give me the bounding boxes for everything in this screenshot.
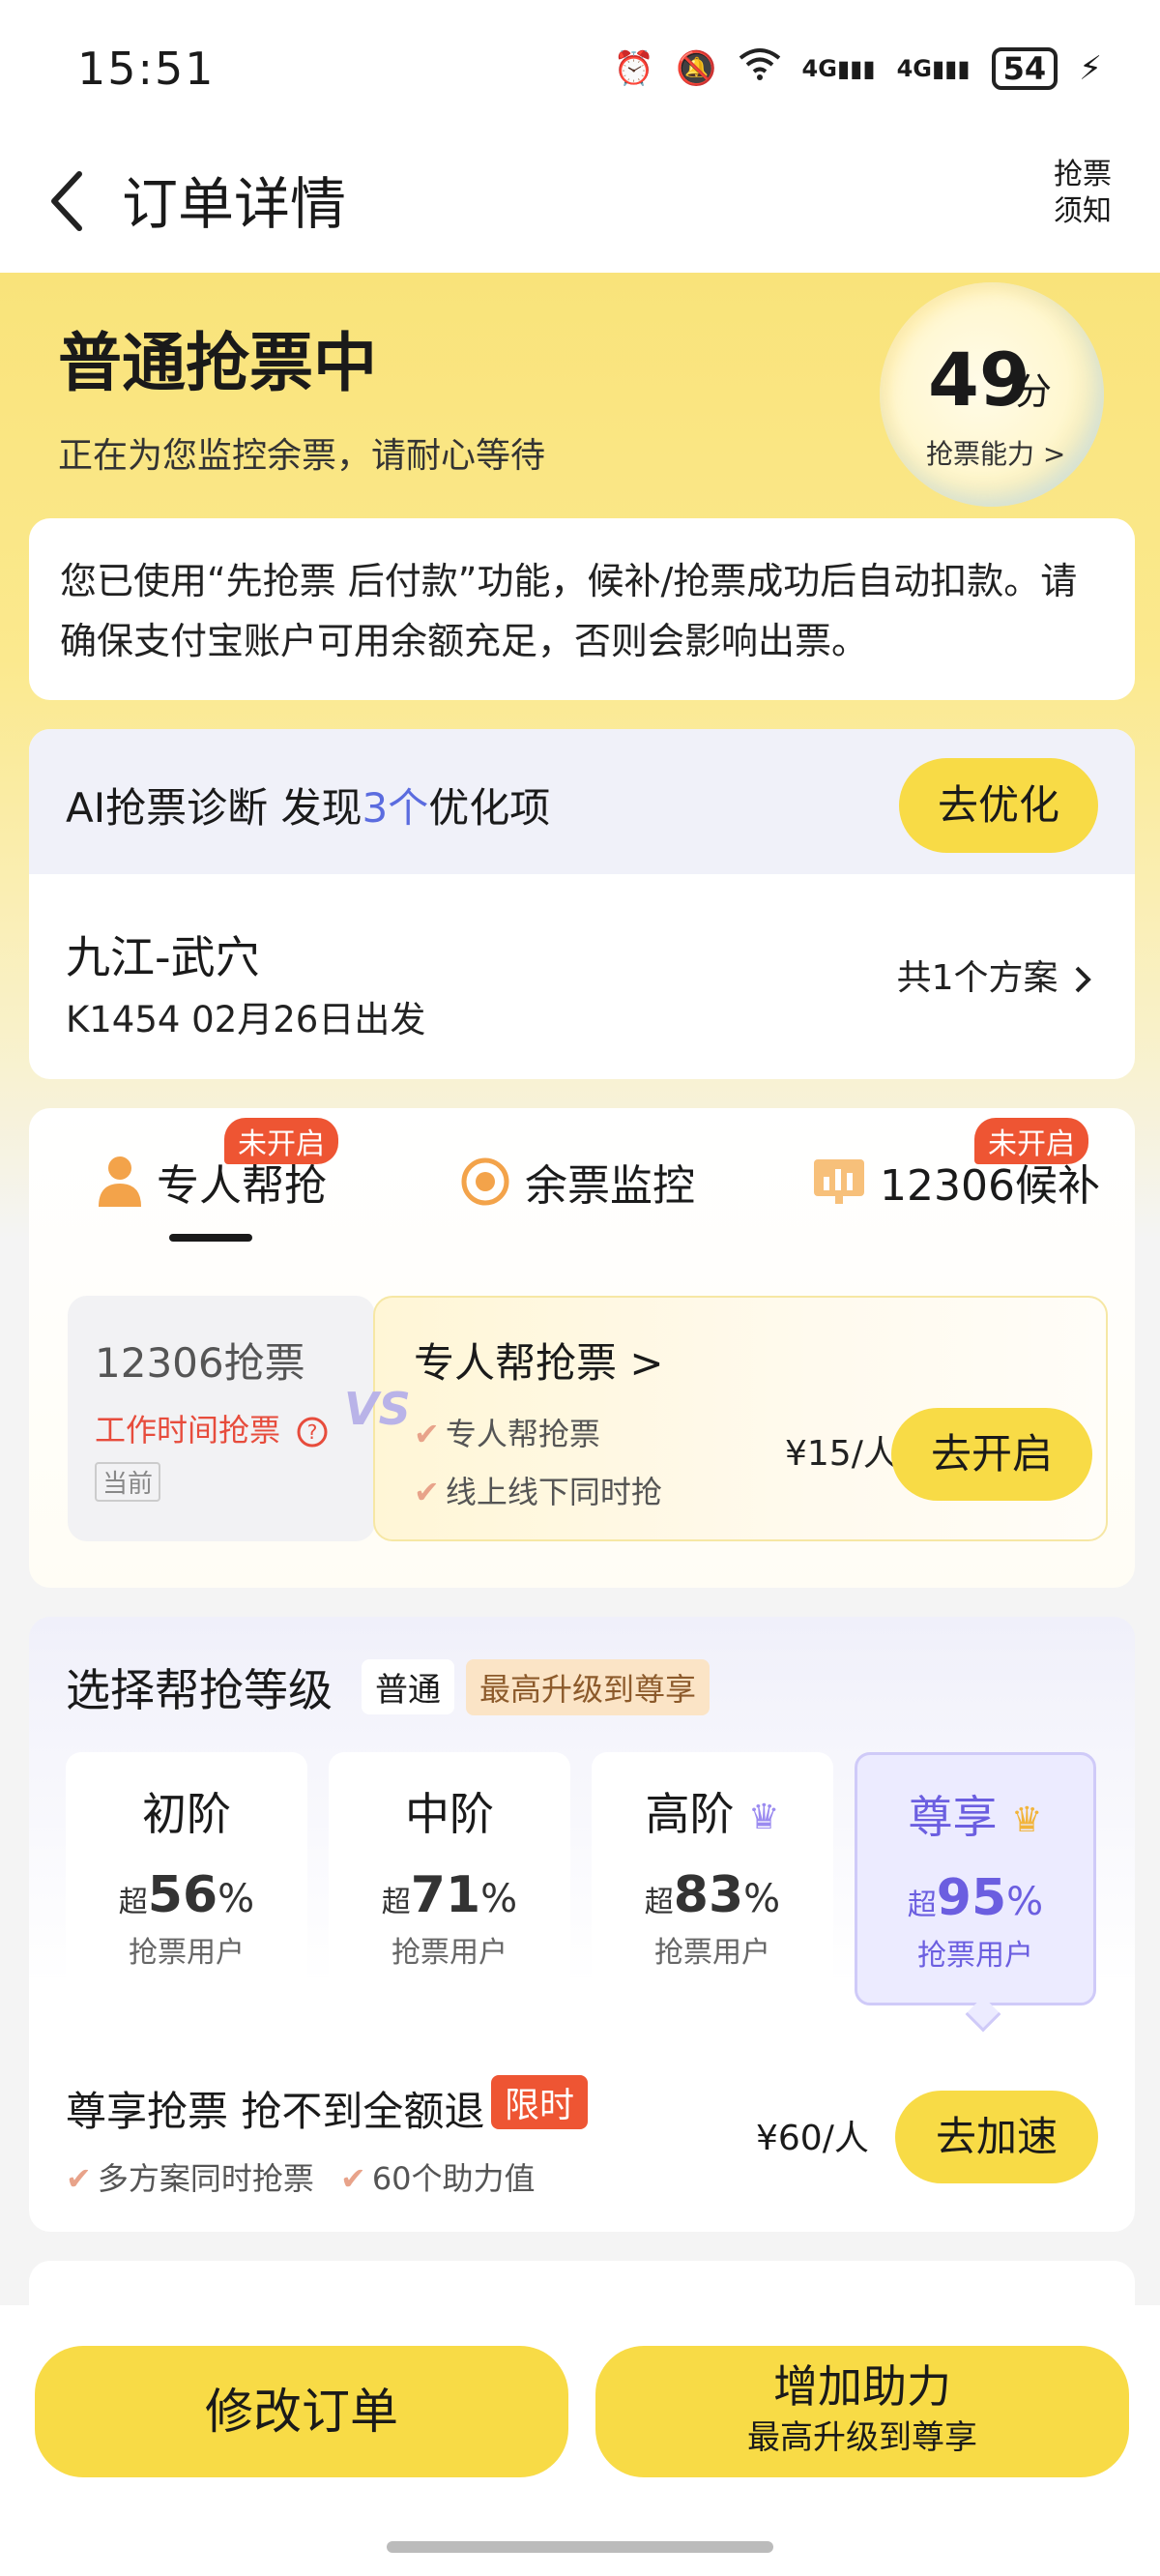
- level-option-basic[interactable]: 初阶 超56% 抢票用户: [66, 1752, 307, 2005]
- ticket-notice-link[interactable]: 抢票 须知: [1044, 157, 1121, 230]
- level-option-middle[interactable]: 中阶 超71% 抢票用户: [329, 1752, 570, 2005]
- check-icon: ✔: [340, 2160, 366, 2197]
- modify-order-button[interactable]: 修改订单: [35, 2346, 568, 2477]
- chart-board-icon: [814, 1159, 864, 1204]
- compare-12306: 12306抢票 工作时间抢票 ? 当前: [68, 1296, 375, 1541]
- nav-bar: 订单详情 抢票 须知: [0, 135, 1160, 273]
- ability-score[interactable]: 49 分 抢票能力 >: [880, 282, 1104, 507]
- ai-diagnose-title: AI抢票诊断 发现3个优化项: [66, 784, 551, 832]
- vip-title: 尊享抢票 抢不到全额退: [66, 2088, 485, 2135]
- status-time: 15:51: [77, 43, 216, 95]
- page-title: 订单详情: [122, 171, 347, 237]
- grab-status-title: 普通抢票中: [58, 326, 377, 400]
- service-card: 专人帮抢 未开启 余票监控 12306候补 未开启 12306抢票 工作时间抢票…: [29, 1108, 1135, 1588]
- current-level: 普通: [362, 1659, 454, 1714]
- check-icon: ✔: [414, 1474, 440, 1510]
- crown-icon: ♛: [748, 1798, 780, 1837]
- bottom-action-bar: 修改订单 增加助力 最高升级到尊享: [0, 2305, 1160, 2576]
- optimize-count: 3个: [362, 784, 429, 832]
- alarm-icon: ⏰: [613, 48, 655, 88]
- speed-up-button[interactable]: 去加速: [895, 2091, 1098, 2183]
- level-option-vip[interactable]: 尊享 ♛ 超95% 抢票用户: [855, 1752, 1096, 2005]
- person-icon: [99, 1156, 141, 1207]
- feature-item: ✔ 多方案同时抢票: [66, 2160, 314, 2197]
- current-tag: 当前: [95, 1462, 161, 1502]
- compare-left-note: 工作时间抢票 ?: [95, 1406, 329, 1450]
- status-bar: 15:51 ⏰ 🔕 4G▮▮▮ 4G▮▮▮ 54 ⚡: [0, 0, 1160, 135]
- battery-icon: 54: [991, 46, 1058, 90]
- home-indicator[interactable]: [387, 2541, 773, 2553]
- crown-icon: ♛: [1011, 1800, 1043, 1840]
- score-unit: 分: [1015, 370, 1053, 413]
- wifi-icon: [739, 46, 781, 90]
- back-icon[interactable]: [35, 162, 112, 240]
- route: 九江-武穴: [66, 931, 260, 983]
- level-title: 选择帮抢等级: [66, 1664, 333, 1716]
- target-icon: [461, 1157, 509, 1206]
- tab-badge-off: 未开启: [224, 1118, 338, 1164]
- payment-notice: 您已使用“先抢票 后付款”功能，候补/抢票成功后自动扣款。请确保支付宝账户可用余…: [29, 518, 1135, 700]
- price: ¥15/人: [785, 1434, 898, 1474]
- train-info: K1454 02月26日出发: [66, 999, 426, 1040]
- feature-item: ✔ 线上线下同时抢: [414, 1474, 662, 1510]
- chevron-right-icon: [1075, 966, 1091, 993]
- vs-label: VS: [344, 1383, 411, 1435]
- enable-button[interactable]: 去开启: [891, 1408, 1092, 1501]
- ai-diagnose-header: AI抢票诊断 发现3个优化项 去优化: [29, 729, 1135, 874]
- charging-icon: ⚡: [1079, 48, 1102, 88]
- tab-badge-off: 未开启: [974, 1118, 1088, 1164]
- check-icon: ✔: [414, 1416, 440, 1452]
- score-label: 抢票能力 >: [926, 438, 1066, 470]
- level-card: 选择帮抢等级 普通 最高升级到尊享 初阶 超56% 抢票用户 中阶 超71% 抢…: [29, 1617, 1135, 2232]
- signal-icon-1: 4G▮▮▮: [801, 54, 876, 82]
- compare-right-title: 专人帮抢票 >: [414, 1339, 664, 1387]
- optimize-button[interactable]: 去优化: [899, 758, 1098, 853]
- help-icon[interactable]: ?: [296, 1416, 329, 1449]
- status-icons: ⏰ 🔕 4G▮▮▮ 4G▮▮▮ 54 ⚡: [614, 46, 1102, 90]
- feature-item: ✔ 60个助力值: [340, 2160, 536, 2197]
- mute-icon: 🔕: [676, 48, 717, 88]
- level-option-high[interactable]: 高阶 ♛ 超83% 抢票用户: [592, 1752, 833, 2005]
- grab-status-subtitle: 正在为您监控余票，请耐心等待: [58, 436, 546, 476]
- max-level-hint: 最高升级到尊享: [466, 1659, 710, 1715]
- compare-left-title: 12306抢票: [95, 1339, 305, 1387]
- compare-personal[interactable]: 专人帮抢票 > ✔ 专人帮抢票 ✔ 线上线下同时抢 ¥15/人 去开启: [373, 1296, 1108, 1541]
- tab-underline: [169, 1234, 252, 1242]
- check-icon: ✔: [66, 2160, 92, 2197]
- plan-count-link[interactable]: 共1个方案: [897, 950, 1096, 1000]
- add-boost-button[interactable]: 增加助力 最高升级到尊享: [595, 2346, 1129, 2477]
- tab-seat-monitor[interactable]: 余票监控: [459, 1151, 695, 1213]
- vip-price: ¥60/人: [756, 2119, 869, 2158]
- limited-tag: 限时: [491, 2075, 589, 2129]
- feature-item: ✔ 专人帮抢票: [414, 1416, 600, 1452]
- ai-diagnose-card: AI抢票诊断 发现3个优化项 去优化 九江-武穴 K1454 02月26日出发 …: [29, 729, 1135, 1079]
- signal-icon-2: 4G▮▮▮: [896, 54, 971, 82]
- svg-text:?: ?: [307, 1420, 318, 1444]
